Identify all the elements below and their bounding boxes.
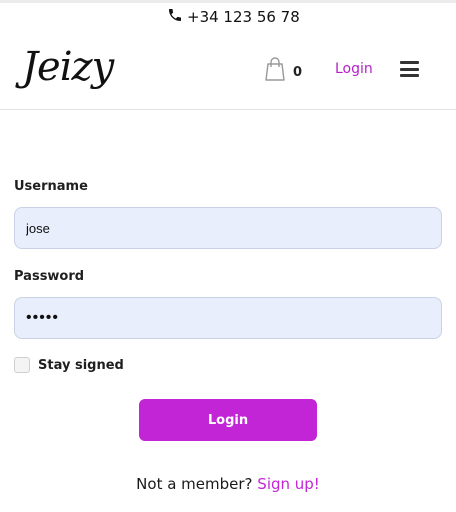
signup-prompt-text: Not a member? xyxy=(136,475,253,493)
stay-signed-label: Stay signed xyxy=(38,357,124,373)
stay-signed-checkbox[interactable] xyxy=(14,357,30,373)
username-input[interactable] xyxy=(14,207,442,249)
phone-number: +34 123 56 78 xyxy=(187,8,300,26)
header-login-link[interactable]: Login xyxy=(335,61,373,77)
signup-prompt: Not a member? Sign up! xyxy=(0,475,456,493)
phone-contact[interactable]: +34 123 56 78 xyxy=(167,7,300,27)
brand-logo[interactable]: Jeizy xyxy=(22,42,114,92)
top-contact-bar: +34 123 56 78 xyxy=(0,0,456,30)
shopping-bag-icon xyxy=(264,56,286,86)
signup-link[interactable]: Sign up! xyxy=(257,475,320,493)
cart-count: 0 xyxy=(293,64,303,80)
password-input[interactable]: ••••• xyxy=(14,297,442,339)
stay-signed-row: Stay signed xyxy=(14,357,124,373)
site-header: Jeizy 0 Login xyxy=(0,30,456,110)
cart-button[interactable]: 0 xyxy=(264,56,302,86)
phone-icon xyxy=(167,7,187,27)
hamburger-menu-icon[interactable] xyxy=(400,61,419,77)
password-label: Password xyxy=(14,269,85,284)
username-label: Username xyxy=(14,179,88,194)
login-button[interactable]: Login xyxy=(139,399,317,441)
